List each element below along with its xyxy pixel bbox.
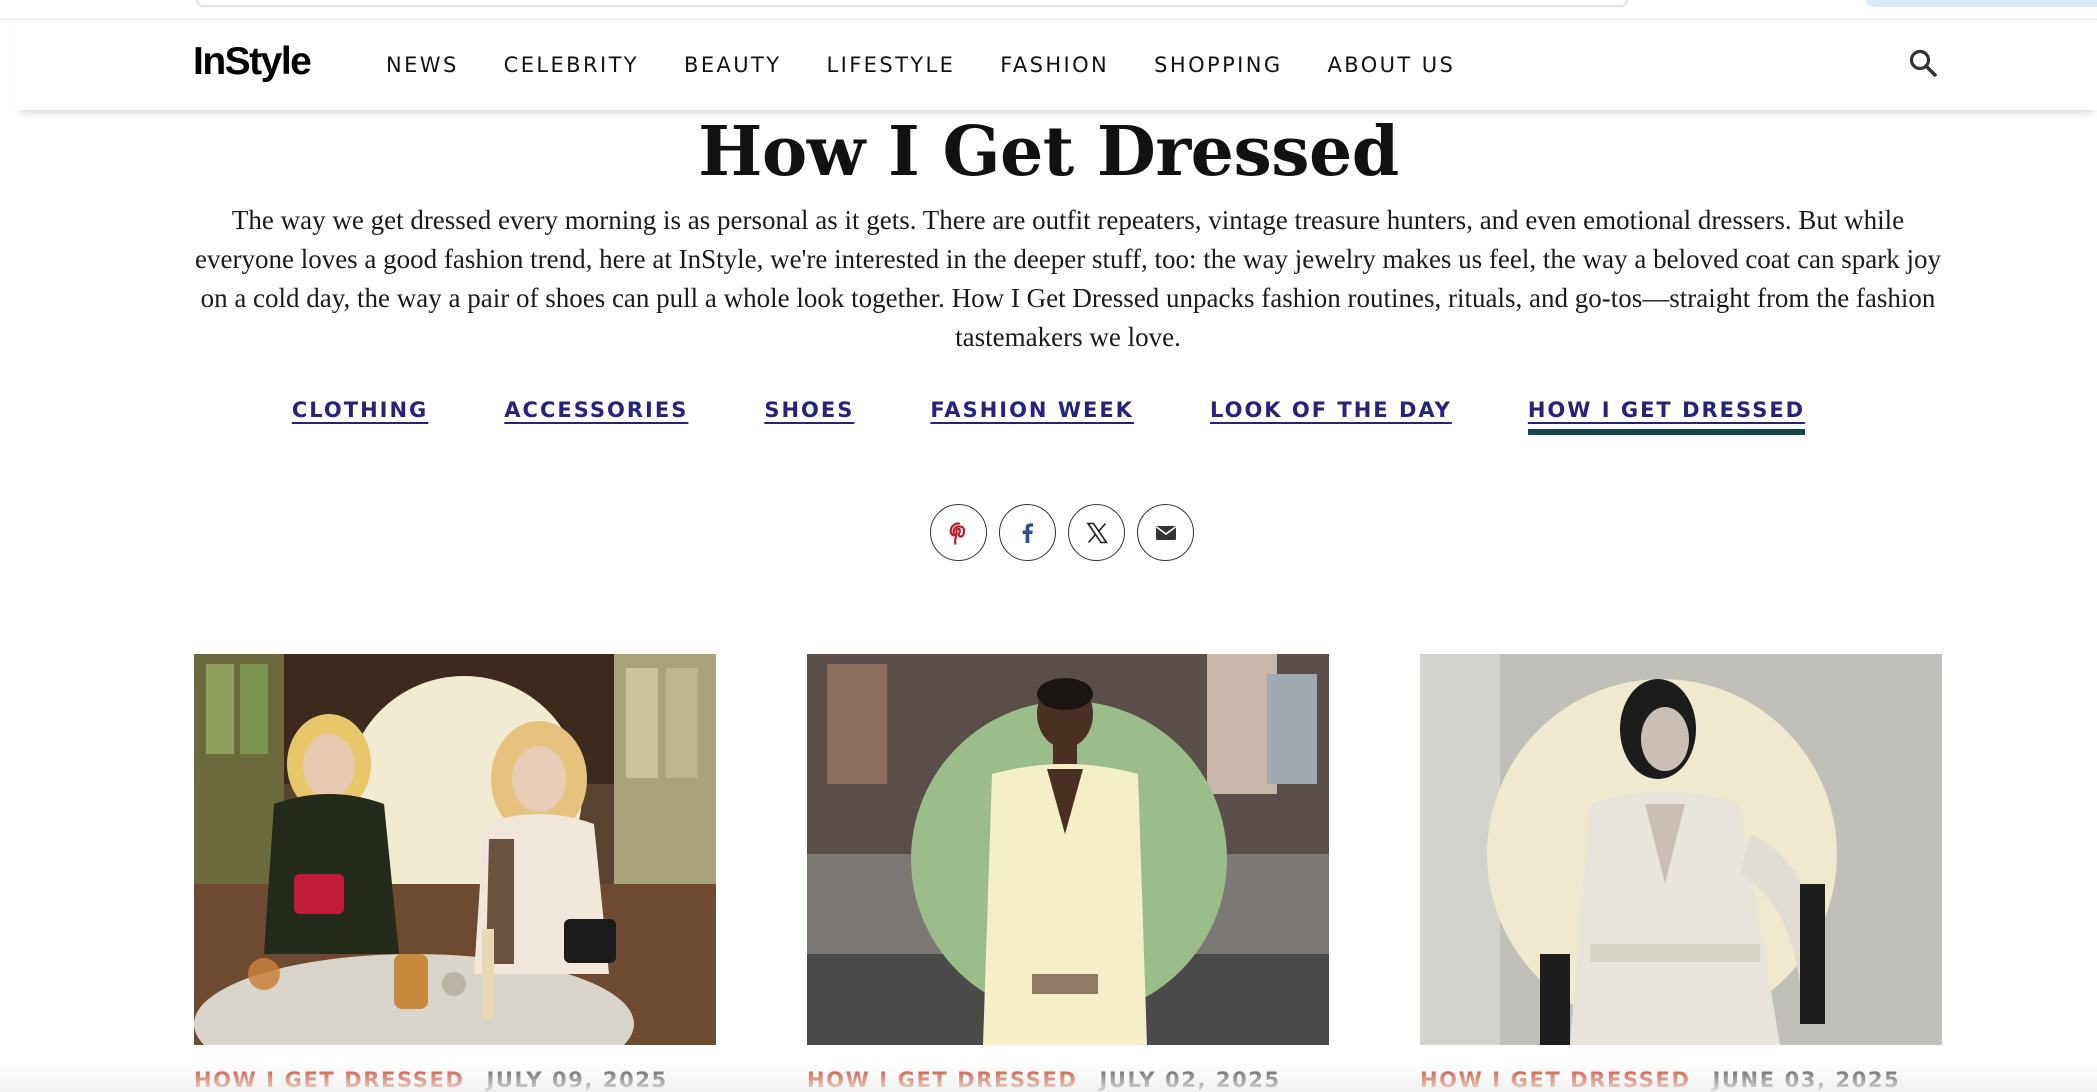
article-date: JULY 02, 2025 bbox=[1099, 1068, 1281, 1092]
article-meta: HOW I GET DRESSED JULY 09, 2025 bbox=[194, 1068, 668, 1092]
page-title: How I Get Dressed bbox=[698, 112, 1399, 192]
page-intro: The way we get dressed every morning is … bbox=[195, 205, 1941, 352]
share-pinterest-button[interactable] bbox=[930, 504, 987, 561]
subnav-how-i-get-dressed[interactable]: HOW I GET DRESSED bbox=[1527, 398, 1806, 435]
article-card: HOW I GET DRESSED JULY 09, 2025 bbox=[194, 654, 716, 1092]
article-image[interactable] bbox=[1420, 654, 1942, 1045]
article-category-tag[interactable]: HOW I GET DRESSED bbox=[194, 1068, 464, 1092]
article-card: HOW I GET DRESSED JUNE 03, 2025 bbox=[1420, 654, 1942, 1092]
x-icon bbox=[1085, 522, 1108, 543]
category-subnav: CLOTHING ACCESSORIES SHOES FASHION WEEK … bbox=[0, 398, 2097, 435]
article-category-tag[interactable]: HOW I GET DRESSED bbox=[1420, 1068, 1690, 1092]
nav-item-about-us[interactable]: ABOUT US bbox=[1328, 53, 1456, 77]
subnav-clothing[interactable]: CLOTHING bbox=[292, 398, 428, 422]
article-meta: HOW I GET DRESSED JULY 02, 2025 bbox=[807, 1068, 1281, 1092]
subnav-fashion-week[interactable]: FASHION WEEK bbox=[930, 398, 1134, 422]
main-nav: NEWS CELEBRITY BEAUTY LIFESTYLE FASHION … bbox=[386, 53, 1500, 77]
search-icon bbox=[1909, 49, 1937, 77]
nav-item-lifestyle[interactable]: LIFESTYLE bbox=[827, 53, 956, 77]
article-card: HOW I GET DRESSED JULY 02, 2025 bbox=[807, 654, 1329, 1092]
toolbar-edge bbox=[1866, 0, 2097, 7]
share-buttons bbox=[930, 504, 1194, 561]
site-logo[interactable]: InStyle bbox=[193, 40, 312, 84]
article-date: JUNE 03, 2025 bbox=[1712, 1068, 1901, 1092]
share-facebook-button[interactable] bbox=[999, 504, 1056, 561]
search-button[interactable] bbox=[1906, 46, 1940, 80]
facebook-icon bbox=[1022, 522, 1033, 543]
browser-top-strip bbox=[0, 0, 2097, 20]
subnav-look-of-the-day[interactable]: LOOK OF THE DAY bbox=[1210, 398, 1452, 422]
article-image[interactable] bbox=[194, 654, 716, 1045]
article-image[interactable] bbox=[807, 654, 1329, 1045]
share-x-button[interactable] bbox=[1068, 504, 1125, 561]
article-date: JULY 09, 2025 bbox=[486, 1068, 668, 1092]
nav-item-beauty[interactable]: BEAUTY bbox=[684, 53, 781, 77]
nav-item-celebrity[interactable]: CELEBRITY bbox=[504, 53, 639, 77]
nav-item-shopping[interactable]: SHOPPING bbox=[1154, 53, 1282, 77]
nav-item-news[interactable]: NEWS bbox=[386, 53, 459, 77]
email-icon bbox=[1155, 525, 1176, 540]
site-header: InStyle NEWS CELEBRITY BEAUTY LIFESTYLE … bbox=[16, 20, 2097, 110]
article-meta: HOW I GET DRESSED JUNE 03, 2025 bbox=[1420, 1068, 1900, 1092]
address-bar-edge bbox=[196, 0, 1628, 7]
subnav-accessories[interactable]: ACCESSORIES bbox=[504, 398, 688, 422]
share-email-button[interactable] bbox=[1137, 504, 1194, 561]
nav-item-fashion[interactable]: FASHION bbox=[1000, 53, 1109, 77]
article-category-tag[interactable]: HOW I GET DRESSED bbox=[807, 1068, 1077, 1092]
subnav-shoes[interactable]: SHOES bbox=[764, 398, 854, 422]
pinterest-icon bbox=[949, 521, 965, 545]
